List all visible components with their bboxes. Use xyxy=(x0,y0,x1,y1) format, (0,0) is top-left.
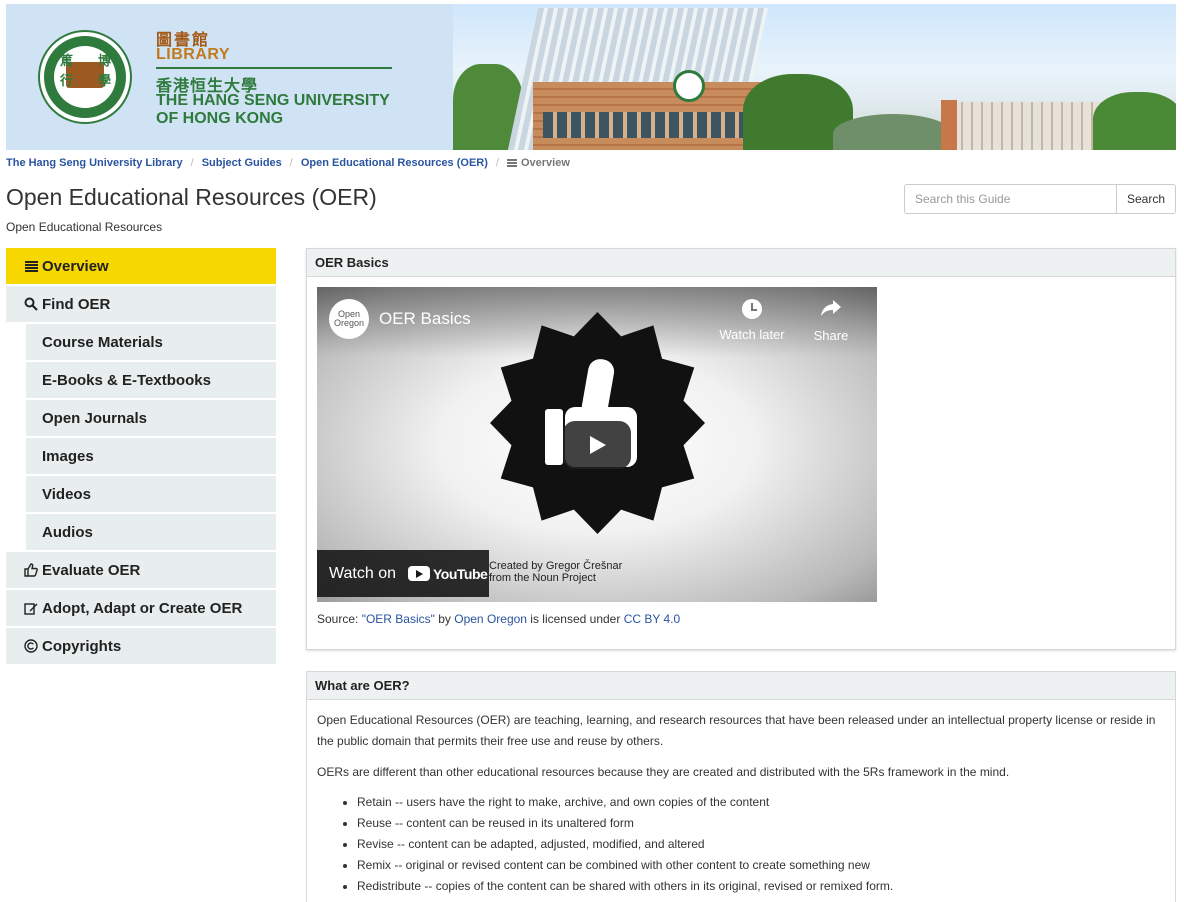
sidebar-item-adopt-adapt-create[interactable]: Adopt, Adapt or Create OER xyxy=(6,590,276,626)
sidebar-item-ebooks[interactable]: E-Books & E-Textbooks xyxy=(26,362,276,398)
what-are-oer-panel: What are OER? Open Educational Resources… xyxy=(306,671,1176,902)
breadcrumb-separator: / xyxy=(495,157,499,169)
sidebar-item-images[interactable]: Images xyxy=(26,438,276,474)
sidebar-item-audios[interactable]: Audios xyxy=(26,514,276,550)
youtube-video-embed[interactable]: Open Oregon OER Basics Watch later Share… xyxy=(317,287,877,602)
university-seal-logo: 篤 博 行 學 xyxy=(40,32,130,122)
breadcrumb-separator: / xyxy=(190,157,194,169)
source-work-link[interactable]: "OER Basics" xyxy=(362,612,435,626)
sidebar-item-course-materials[interactable]: Course Materials xyxy=(26,324,276,360)
sidebar-item-copyrights[interactable]: Copyrights xyxy=(6,628,276,664)
campus-photo xyxy=(453,4,1176,150)
channel-avatar[interactable]: Open Oregon xyxy=(329,299,369,339)
list-item: Retain -- users have the right to make, … xyxy=(357,792,893,813)
breadcrumb-current: Overview xyxy=(506,157,570,169)
edit-icon xyxy=(22,601,40,615)
share-arrow-icon xyxy=(796,299,866,322)
video-credit: Created by Gregor Črešnar from the Noun … xyxy=(489,560,623,584)
logo-university-line1: THE HANG SENG UNIVERSITY xyxy=(156,92,390,109)
guide-search: Search xyxy=(904,184,1176,214)
share-button[interactable]: Share xyxy=(796,299,866,343)
sidebar-item-videos[interactable]: Videos xyxy=(26,476,276,512)
watch-later-button[interactable]: Watch later xyxy=(717,299,787,342)
clock-icon xyxy=(742,299,762,319)
play-button[interactable] xyxy=(563,421,631,469)
breadcrumb-library[interactable]: The Hang Seng University Library xyxy=(6,157,183,169)
page-subtitle: Open Educational Resources xyxy=(6,220,163,234)
search-button[interactable]: Search xyxy=(1116,184,1176,214)
header-banner: 篤 博 行 學 圖書館 LIBRARY 香港恒生大學 THE HANG SENG… xyxy=(6,4,1176,150)
breadcrumb: The Hang Seng University Library / Subje… xyxy=(6,157,570,169)
breadcrumb-separator: / xyxy=(289,157,293,169)
sidebar-item-find-oer[interactable]: Find OER xyxy=(6,286,276,322)
oer-definition-paragraph: Open Educational Resources (OER) are tea… xyxy=(317,713,1156,748)
list-item: Redistribute -- copies of the content ca… xyxy=(357,876,893,897)
breadcrumb-oer[interactable]: Open Educational Resources (OER) xyxy=(301,157,488,169)
search-input[interactable] xyxy=(904,184,1116,214)
copyright-icon xyxy=(22,639,40,653)
guide-sidebar-nav: Overview Find OER Course Materials E-Boo… xyxy=(6,248,276,666)
video-source-attribution: Source: "OER Basics" by Open Oregon is l… xyxy=(317,612,681,626)
sidebar-item-open-journals[interactable]: Open Journals xyxy=(26,400,276,436)
page-title: Open Educational Resources (OER) xyxy=(6,184,377,210)
oer-5rs-list: Retain -- users have the right to make, … xyxy=(357,792,893,897)
sidebar-item-evaluate-oer[interactable]: Evaluate OER xyxy=(6,552,276,588)
play-icon xyxy=(590,436,606,454)
list-item: Revise -- content can be adapted, adjust… xyxy=(357,834,893,855)
panel-heading: OER Basics xyxy=(307,249,1175,277)
oer-basics-panel: OER Basics Open Oregon OER Basics Watch … xyxy=(306,248,1176,650)
video-title[interactable]: OER Basics xyxy=(379,309,471,329)
logo-university-line2: OF HONG KONG xyxy=(156,110,284,127)
watch-on-youtube-button[interactable]: Watch on YouTube xyxy=(317,550,489,597)
list-item: Remix -- original or revised content can… xyxy=(357,855,893,876)
search-icon xyxy=(22,297,40,311)
source-author-link[interactable]: Open Oregon xyxy=(454,612,527,626)
list-item: Reuse -- content can be reused in its un… xyxy=(357,813,893,834)
panel-heading: What are OER? xyxy=(307,672,1175,700)
list-icon xyxy=(22,260,40,272)
oer-5rs-paragraph: OERs are different than other educationa… xyxy=(317,765,1010,779)
thumbs-up-icon xyxy=(22,563,40,577)
youtube-logo-icon: YouTube xyxy=(408,566,488,582)
logo-library-text: LIBRARY xyxy=(156,46,231,63)
license-link[interactable]: CC BY 4.0 xyxy=(624,612,680,626)
logo-divider xyxy=(156,67,392,69)
list-icon xyxy=(506,159,517,167)
library-logo-area[interactable]: 篤 博 行 學 圖書館 LIBRARY 香港恒生大學 THE HANG SENG… xyxy=(6,4,453,150)
sidebar-item-overview[interactable]: Overview xyxy=(6,248,276,284)
breadcrumb-subject-guides[interactable]: Subject Guides xyxy=(202,157,282,169)
